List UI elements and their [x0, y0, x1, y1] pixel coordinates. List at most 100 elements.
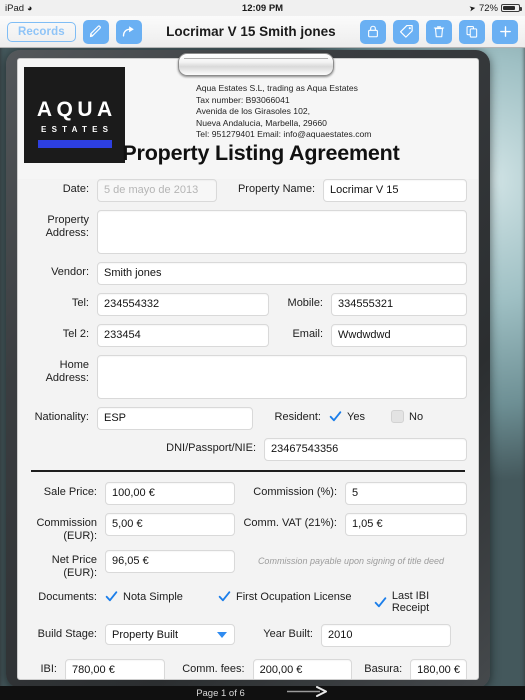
document-checkbox-first-ocupation-license[interactable]: First Ocupation License [218, 587, 374, 603]
checkbox-checked-icon [374, 596, 387, 609]
checkbox-checked-icon [329, 410, 342, 423]
net-price-label-line2: (EUR): [63, 566, 97, 579]
home-address-label: Home Address: [29, 355, 97, 384]
home-address-label-line2: Address: [45, 371, 89, 384]
vendor-input[interactable]: Smith jones [97, 262, 467, 285]
row-property-address: Property Address: [29, 210, 467, 254]
tag-icon [399, 24, 414, 39]
basura-input[interactable]: 180,00 € [410, 659, 467, 679]
basura-field-group: 180,00 € Per year [410, 659, 467, 679]
document-label: Nota Simple [123, 590, 183, 603]
vendor-label: Vendor: [51, 266, 89, 278]
resident-no-checkbox[interactable]: No [391, 407, 423, 423]
build-stage-value: Property Built [112, 628, 179, 641]
row-sale-price: Sale Price: 100,00 € Commission (%): 5 [29, 482, 467, 505]
net-price-input[interactable]: 96,05 € [105, 550, 235, 573]
email-input[interactable]: Wwdwdwd [331, 324, 467, 347]
property-address-label-line1: Property [47, 214, 89, 226]
comm-fees-input[interactable]: 200,00 € [252, 659, 353, 679]
row-home-address: Home Address: [29, 355, 467, 399]
tel2-label: Tel 2: [62, 328, 89, 340]
net-price-label-line1: Net Price [51, 554, 97, 566]
comm-vat-input[interactable]: 1,05 € [345, 513, 467, 536]
email-label: Email: [292, 328, 323, 340]
document-checkbox-nota-simple[interactable]: Nota Simple [105, 587, 218, 603]
next-page-button[interactable] [286, 684, 329, 700]
commission-eur-label-line2: (EUR): [63, 529, 97, 542]
commission-eur-label: Commission (EUR): [29, 513, 105, 542]
page-navigation-bar: Page 1 of 6 [0, 686, 525, 700]
resident-yes-label: Yes [347, 410, 365, 423]
location-arrow-icon: ➤ [468, 2, 477, 14]
comm-vat-label: Comm. VAT (21%): [243, 517, 337, 529]
lock-button[interactable] [360, 19, 386, 44]
company-line: Avenida de los Girasoles 102, [196, 106, 311, 117]
year-built-label: Year Built: [263, 628, 313, 640]
tag-button[interactable] [393, 19, 419, 44]
status-bar-clock: 12:09 PM [241, 2, 284, 14]
property-name-input[interactable]: Locrimar V 15 [323, 179, 467, 202]
edit-button[interactable] [82, 19, 109, 44]
commission-pct-input[interactable]: 5 [345, 482, 467, 505]
status-bar: iPad ◕ 12:09 PM ➤ 72% [0, 0, 525, 16]
resident-label: Resident: [274, 411, 321, 423]
mobile-input[interactable]: 334555321 [331, 293, 467, 316]
property-address-input[interactable] [97, 210, 467, 254]
tel2-input[interactable]: 233454 [97, 324, 269, 347]
nationality-input[interactable]: ESP [97, 407, 253, 430]
company-line: Aqua Estates S.L, trading as Aqua Estate… [196, 83, 358, 93]
tel-input[interactable]: 234554332 [97, 293, 269, 316]
document-label: Last IBI Receipt [391, 590, 430, 614]
share-button[interactable] [115, 19, 142, 44]
wifi-icon: ◕ [27, 2, 33, 13]
dni-input[interactable]: 23467543356 [264, 438, 467, 461]
row-tel-mobile: Tel: 234554332 Mobile: 334555321 [29, 293, 467, 316]
sheet-drag-handle[interactable] [178, 53, 334, 76]
ibi-field-group: 780,00 € Per year [65, 659, 165, 679]
checkbox-checked-icon [105, 590, 118, 603]
row-net-price: Net Price (EUR): 96,05 € Commission paya… [29, 550, 467, 579]
document-label: First Ocupation License [235, 590, 352, 603]
row-commission-eur: Commission (EUR): 5,00 € Comm. VAT (21%)… [29, 513, 467, 542]
duplicate-button[interactable] [459, 19, 485, 44]
row-documents: Documents: Nota Simple First Ocupation L… [29, 587, 467, 614]
checkbox-empty-icon [391, 410, 404, 423]
document-checkbox-last-ibi-receipt[interactable]: Last IBI Receipt [374, 587, 467, 614]
status-bar-left: iPad ◕ [5, 3, 32, 14]
dni-label: DNI/Passport/NIE: [166, 442, 256, 454]
home-address-label-line1: Home [59, 359, 89, 371]
date-input[interactable]: 5 de mayo de 2013 [97, 179, 217, 202]
documents-label: Documents: [38, 591, 97, 603]
add-record-button[interactable] [492, 19, 518, 44]
comm-fees-label: Comm. fees: [182, 663, 245, 675]
commission-eur-input[interactable]: 5,00 € [105, 513, 235, 536]
date-label: Date: [62, 183, 89, 195]
device-name-label: iPad [5, 2, 25, 14]
letterhead: AQUA ESTATES Aqua Estates S.L, trading a… [18, 59, 478, 179]
resident-yes-checkbox[interactable]: Yes [329, 407, 391, 423]
year-built-input[interactable]: 2010 [321, 624, 451, 647]
sale-price-label: Sale Price: [43, 486, 97, 498]
home-address-input[interactable] [97, 355, 467, 399]
row-vendor: Vendor: Smith jones [29, 262, 467, 285]
ibi-input[interactable]: 780,00 € [65, 659, 165, 679]
duplicate-icon [465, 24, 479, 39]
records-button[interactable]: Records [7, 21, 76, 42]
nationality-label: Nationality: [34, 411, 89, 423]
build-stage-select[interactable]: Property Built [105, 624, 235, 645]
page-indicator: Page 1 of 6 [196, 687, 245, 699]
plus-icon [498, 24, 513, 39]
form-body: Date: 5 de mayo de 2013 Property Name: L… [18, 179, 478, 679]
chevron-down-icon [217, 631, 227, 638]
property-address-label-line2: Address: [45, 226, 89, 239]
checkbox-checked-icon [218, 590, 231, 603]
company-line: Tax number: B93066041 [196, 94, 290, 105]
sale-price-input[interactable]: 100,00 € [105, 482, 235, 505]
logo-primary-text: AQUA [36, 97, 117, 121]
app-toolbar: Records Locrimar V 15 Smith jones [0, 16, 525, 48]
toolbar-actions [360, 19, 518, 44]
delete-button[interactable] [426, 19, 452, 44]
logo-secondary-text: ESTATES [41, 124, 114, 134]
battery-icon [501, 4, 522, 12]
page-title: Property Listing Agreement [122, 141, 400, 165]
